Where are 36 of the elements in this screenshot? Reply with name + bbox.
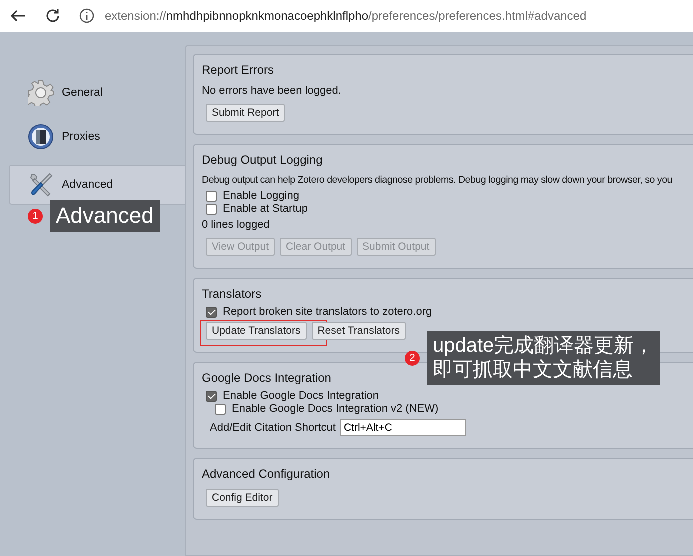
- checkbox-label[interactable]: Enable Logging: [223, 190, 300, 202]
- action-button[interactable]: Config Editor: [206, 489, 279, 507]
- info-icon[interactable]: [79, 8, 95, 24]
- section-title: Translators: [202, 287, 263, 301]
- checkbox-label[interactable]: Report broken site translators to zotero.org: [223, 306, 432, 318]
- section-title: Report Errors: [202, 63, 276, 77]
- checkbox-label[interactable]: Enable at Startup: [223, 203, 308, 215]
- description-text: No errors have been logged.: [202, 85, 342, 97]
- annotation-tooltip: Advanced: [50, 200, 160, 232]
- checkbox[interactable]: [215, 404, 226, 414]
- section-title: Debug Output Logging: [202, 153, 324, 167]
- annotation-tooltip: update完成翻译器更新， 即可抓取中文文献信息: [427, 331, 660, 385]
- sidebar-item[interactable]: Advanced: [9, 165, 185, 205]
- step-badge: 1: [28, 208, 43, 224]
- checkbox-label[interactable]: Enable Google Docs Integration v2 (NEW): [232, 403, 439, 415]
- checkbox[interactable]: [206, 390, 217, 402]
- checkbox[interactable]: [206, 204, 217, 214]
- door-icon: [28, 124, 54, 150]
- checkbox[interactable]: [206, 306, 217, 318]
- back-icon[interactable]: [10, 8, 26, 24]
- gear-icon: [28, 80, 54, 106]
- section-title: Google Docs Integration: [202, 371, 332, 385]
- action-button[interactable]: Update Translators: [206, 322, 307, 340]
- section-title: Advanced Configuration: [202, 467, 332, 481]
- tools-icon: [28, 172, 54, 198]
- sidebar-item[interactable]: Proxies: [9, 121, 185, 153]
- action-button[interactable]: Submit Report: [206, 104, 286, 122]
- description-text: 0 lines logged: [202, 219, 271, 231]
- checkbox[interactable]: [206, 190, 217, 202]
- checkbox-label[interactable]: Enable Google Docs Integration: [223, 390, 379, 402]
- reload-icon[interactable]: [45, 8, 61, 24]
- field-label: Add/Edit Citation Shortcut: [210, 422, 336, 434]
- description-text: Debug output can help Zotero developers diagnose problems. Debug logging may slow down your browser, so you: [202, 175, 674, 186]
- shortcut-field[interactable]: Ctrl+Alt+C: [340, 419, 466, 436]
- sidebar-item[interactable]: General: [9, 77, 185, 109]
- action-button[interactable]: Reset Translators: [312, 322, 406, 340]
